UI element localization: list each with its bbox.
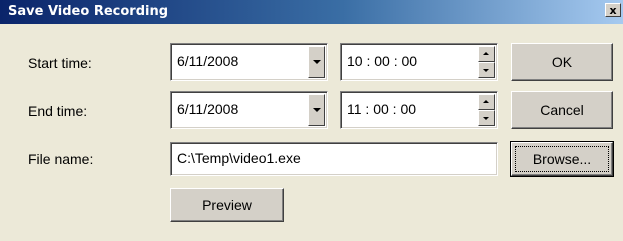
chevron-down-icon: [483, 69, 489, 72]
end-time-spin-up[interactable]: [478, 94, 495, 110]
ok-button[interactable]: OK: [511, 43, 613, 81]
end-date-value: 6/11/2008: [177, 101, 239, 117]
end-time-value: 11 : 00 : 00: [347, 101, 417, 117]
start-time-spin-up[interactable]: [478, 46, 495, 62]
close-button[interactable]: x: [605, 3, 621, 17]
start-time-spinner[interactable]: 10 : 00 : 00: [340, 43, 498, 81]
chevron-down-icon: [313, 108, 321, 112]
preview-button-label: Preview: [202, 197, 252, 213]
start-date-picker[interactable]: 6/11/2008: [170, 43, 328, 81]
start-time-label: Start time:: [28, 55, 92, 71]
end-date-picker[interactable]: 6/11/2008: [170, 91, 328, 129]
end-time-spin-buttons[interactable]: [478, 94, 495, 126]
file-name-input[interactable]: C:\Temp\video1.exe: [170, 142, 498, 176]
window-title: Save Video Recording: [8, 4, 169, 19]
end-date-dropdown-button[interactable]: [308, 94, 325, 126]
end-time-spin-down[interactable]: [478, 110, 495, 126]
end-time-label: End time:: [28, 103, 88, 119]
browse-button[interactable]: Browse...: [510, 141, 614, 177]
start-date-value: 6/11/2008: [177, 53, 239, 69]
file-name-value: C:\Temp\video1.exe: [177, 150, 301, 166]
title-bar[interactable]: Save Video Recording x: [0, 0, 623, 24]
file-name-label: File name:: [28, 151, 94, 167]
chevron-down-icon: [313, 60, 321, 64]
end-time-spinner[interactable]: 11 : 00 : 00: [340, 91, 498, 129]
start-time-spin-buttons[interactable]: [478, 46, 495, 78]
start-time-spin-down[interactable]: [478, 62, 495, 78]
chevron-down-icon: [483, 117, 489, 120]
close-icon: x: [609, 4, 617, 17]
ok-button-label: OK: [551, 54, 573, 70]
start-time-value: 10 : 00 : 00: [347, 53, 418, 69]
chevron-up-icon: [483, 100, 489, 103]
preview-button[interactable]: Preview: [170, 188, 284, 222]
chevron-up-icon: [483, 52, 489, 55]
browse-button-label: Browse...: [532, 151, 592, 167]
cancel-button[interactable]: Cancel: [511, 91, 613, 129]
start-date-dropdown-button[interactable]: [308, 46, 325, 78]
cancel-button-label: Cancel: [540, 102, 584, 118]
